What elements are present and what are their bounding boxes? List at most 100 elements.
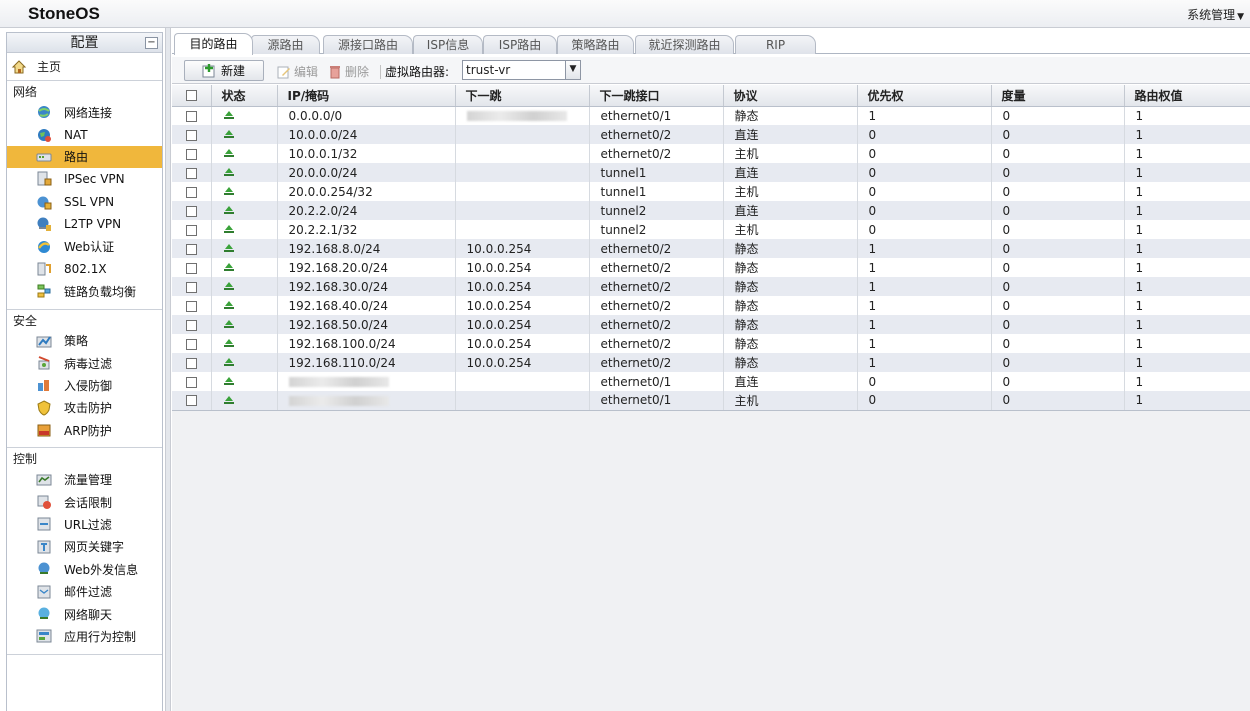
new-button[interactable]: 新建	[184, 60, 264, 81]
table-row[interactable]: ethernet0/1 主机 0 0 1	[172, 391, 1250, 411]
sidebar-item[interactable]: 路由	[7, 145, 162, 169]
sidebar-item-label[interactable]: Web认证	[64, 238, 114, 255]
tab-4[interactable]: ISP路由	[483, 35, 557, 54]
sidebar-item-label[interactable]: 病毒过滤	[64, 355, 112, 372]
sidebar-item[interactable]: NAT	[7, 123, 162, 145]
row-select-cell[interactable]	[172, 258, 212, 277]
sidebar-item[interactable]: Web外发信息	[7, 558, 162, 580]
sidebar-item-label[interactable]: 应用行为控制	[64, 628, 136, 645]
row-checkbox[interactable]	[185, 110, 197, 122]
row-select-cell[interactable]	[172, 296, 212, 315]
sidebar-item[interactable]: 应用行为控制	[7, 625, 162, 647]
row-checkbox[interactable]	[185, 243, 197, 255]
row-select-cell[interactable]	[172, 220, 212, 239]
virtual-router-value[interactable]: trust-vr	[466, 63, 510, 77]
sidebar-item-label[interactable]: 网络聊天	[64, 606, 112, 623]
row-checkbox[interactable]	[185, 376, 197, 388]
new-button-label[interactable]: 新建	[221, 62, 245, 79]
sidebar-item-label[interactable]: 会话限制	[64, 494, 112, 511]
tab-7[interactable]: RIP	[735, 35, 816, 54]
table-row[interactable]: 192.168.8.0/24 10.0.0.254 ethernet0/2 静态 1 0 1	[172, 239, 1250, 258]
row-checkbox[interactable]	[185, 167, 197, 179]
table-row[interactable]: 192.168.50.0/24 10.0.0.254 ethernet0/2 静态 1 0…	[172, 315, 1250, 334]
col-header-next-hop-interface[interactable]: 下一跳接口	[589, 85, 724, 107]
sidebar-item-label[interactable]: 802.1X	[64, 262, 107, 276]
tab-0[interactable]: 目的路由	[174, 33, 253, 55]
row-select-cell[interactable]	[172, 372, 212, 391]
edit-button-label[interactable]: 编辑	[294, 63, 318, 80]
row-checkbox[interactable]	[185, 300, 197, 312]
sidebar-item[interactable]: 网络聊天	[7, 603, 162, 625]
tab-2[interactable]: 源接口路由	[323, 35, 413, 54]
tab-3[interactable]: ISP信息	[413, 35, 483, 54]
row-select-cell[interactable]	[172, 391, 212, 411]
row-checkbox[interactable]	[185, 319, 197, 331]
row-checkbox[interactable]	[185, 205, 197, 217]
sidebar-item[interactable]: 链路负载均衡	[7, 280, 162, 302]
row-checkbox[interactable]	[185, 186, 197, 198]
sidebar-item[interactable]: 网页关键字	[7, 536, 162, 558]
sidebar-item-label[interactable]: 路由	[64, 148, 88, 165]
sidebar-item-label[interactable]: SSL VPN	[64, 195, 114, 209]
row-select-cell[interactable]	[172, 125, 212, 144]
system-menu[interactable]: 系统管理 ▼	[1187, 6, 1244, 23]
col-header-status[interactable]: 状态	[211, 85, 278, 107]
row-select-cell[interactable]	[172, 315, 212, 334]
edit-button[interactable]: 编辑	[276, 63, 318, 80]
sidebar-item[interactable]: Web认证	[7, 235, 162, 257]
row-select-cell[interactable]	[172, 353, 212, 372]
collapse-icon[interactable]: −	[145, 37, 158, 49]
table-row[interactable]: ethernet0/1 直连 0 0 1	[172, 372, 1250, 391]
sidebar-item-label[interactable]: 主页	[37, 58, 61, 75]
table-row[interactable]: 192.168.100.0/24 10.0.0.254 ethernet0/2 静态 1…	[172, 334, 1250, 353]
table-row[interactable]: 20.2.2.0/24 tunnel2 直连 0 0 1	[172, 201, 1250, 220]
row-checkbox[interactable]	[185, 281, 197, 293]
sidebar-item-label[interactable]: NAT	[64, 128, 88, 142]
sidebar-item-home[interactable]: 主页	[7, 53, 162, 81]
row-select-cell[interactable]	[172, 144, 212, 163]
sidebar-item[interactable]: URL过滤	[7, 513, 162, 535]
sidebar-item-label[interactable]: 入侵防御	[64, 377, 112, 394]
sidebar-item[interactable]: 攻击防护	[7, 397, 162, 419]
chevron-down-icon[interactable]: ▼	[565, 61, 580, 79]
sidebar-item[interactable]: 802.1X	[7, 258, 162, 280]
virtual-router-select[interactable]: trust-vr ▼	[462, 60, 581, 80]
row-checkbox[interactable]	[185, 357, 197, 369]
col-header-protocol[interactable]: 协议	[723, 85, 858, 107]
row-checkbox[interactable]	[185, 224, 197, 236]
sidebar-section-title[interactable]: 安全	[7, 310, 162, 330]
sidebar-item-label[interactable]: 攻击防护	[64, 399, 112, 416]
table-row[interactable]: 192.168.110.0/24 10.0.0.254 ethernet0/2 静态 1…	[172, 353, 1250, 372]
table-row[interactable]: 192.168.20.0/24 10.0.0.254 ethernet0/2 静态 1 0…	[172, 258, 1250, 277]
row-select-cell[interactable]	[172, 334, 212, 353]
delete-button-label[interactable]: 删除	[345, 63, 369, 80]
table-row[interactable]: 10.0.0.0/24 ethernet0/2 直连 0 0 1	[172, 125, 1250, 144]
col-header-weight[interactable]: 路由权值	[1124, 85, 1250, 107]
sidebar-item[interactable]: 网络连接	[7, 101, 162, 123]
col-header-metric[interactable]: 度量	[991, 85, 1125, 107]
row-select-cell[interactable]	[172, 106, 212, 125]
table-row[interactable]: 0.0.0.0/0 ethernet0/1 静态 1 0 1	[172, 106, 1250, 125]
sidebar-item[interactable]: L2TP VPN	[7, 213, 162, 235]
row-select-cell[interactable]	[172, 277, 212, 296]
sidebar-item-label[interactable]: URL过滤	[64, 516, 112, 533]
table-row[interactable]: 20.2.2.1/32 tunnel2 主机 0 0 1	[172, 220, 1250, 239]
row-checkbox[interactable]	[185, 395, 197, 407]
row-checkbox[interactable]	[185, 148, 197, 160]
row-select-cell[interactable]	[172, 239, 212, 258]
sidebar-item-label[interactable]: Web外发信息	[64, 561, 138, 578]
delete-button[interactable]: 删除	[327, 63, 369, 80]
sidebar-item[interactable]: ARP防护	[7, 419, 162, 441]
col-header-preference[interactable]: 优先权	[857, 85, 992, 107]
table-row[interactable]: 192.168.40.0/24 10.0.0.254 ethernet0/2 静态 1 0…	[172, 296, 1250, 315]
row-checkbox[interactable]	[185, 262, 197, 274]
table-row[interactable]: 20.0.0.0/24 tunnel1 直连 0 0 1	[172, 163, 1250, 182]
sidebar-item[interactable]: IPSec VPN	[7, 168, 162, 190]
col-header-next-hop[interactable]: 下一跳	[455, 85, 590, 107]
select-all-header[interactable]	[172, 85, 212, 107]
sidebar-item[interactable]: 邮件过滤	[7, 580, 162, 602]
panel-splitter[interactable]	[165, 28, 171, 711]
table-row[interactable]: 10.0.0.1/32 ethernet0/2 主机 0 0 1	[172, 144, 1250, 163]
sidebar-item-label[interactable]: 网页关键字	[64, 538, 124, 555]
tab-6[interactable]: 就近探测路由	[635, 35, 734, 54]
